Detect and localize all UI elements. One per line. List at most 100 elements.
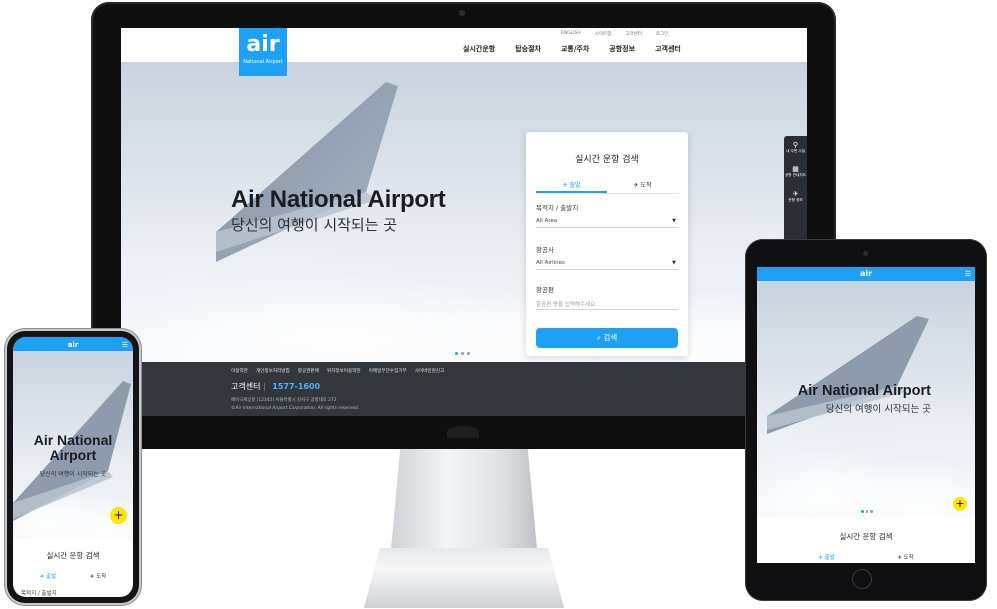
- search-button-label: 검색: [603, 333, 618, 342]
- search-card-title: 실시간 운항 검색: [575, 155, 639, 165]
- tab-arrival[interactable]: ✈ 도착: [607, 180, 678, 193]
- footer-copyright: ©Air International Airport Corporation. …: [231, 406, 360, 411]
- tablet-header: air ☰: [757, 267, 975, 281]
- footer-link[interactable]: 이용약관: [231, 368, 248, 374]
- hero-title-line: Air National: [33, 432, 113, 448]
- carousel-dot[interactable]: [865, 510, 868, 513]
- camera-dot: [459, 10, 465, 16]
- hamburger-menu-icon[interactable]: ☰: [965, 270, 971, 278]
- search-button[interactable]: ⌕ 검색: [536, 328, 678, 348]
- sky-background: [757, 281, 975, 517]
- airline-select[interactable]: All Airlines ▼: [536, 256, 678, 270]
- customer-center: 고객센터 | 1577-1600: [231, 382, 321, 391]
- tablet-screen: Air National Airport 당신의 여행이 시작되는 곳 air …: [757, 267, 975, 563]
- plus-button[interactable]: +: [110, 507, 127, 524]
- monitor-logo: [447, 426, 479, 438]
- takeoff-icon: ✈: [39, 574, 45, 580]
- quick-menu-label: 공항 안내지도: [785, 173, 806, 178]
- plus-button[interactable]: +: [953, 497, 967, 511]
- tab-arrival[interactable]: ✈ 도착: [866, 553, 945, 561]
- search-card-title: 실시간 운항 검색: [839, 532, 893, 541]
- tablet-device: Air National Airport 당신의 여행이 시작되는 곳 air …: [745, 239, 987, 601]
- carousel-dot[interactable]: [455, 352, 458, 355]
- tab-arrival[interactable]: ✈ 도착: [73, 572, 123, 580]
- hero-title: Air National Airport: [231, 186, 446, 213]
- logo-text[interactable]: air: [68, 341, 79, 349]
- home-button: [852, 569, 872, 589]
- tab-departure-label: 출발: [569, 182, 581, 189]
- hero-title-line: Airport: [49, 447, 97, 463]
- airline-select-value: All Airlines: [536, 260, 565, 266]
- logo-text[interactable]: air: [860, 269, 872, 278]
- flight-input[interactable]: 항공편 명을 입력해주세요.: [536, 296, 678, 310]
- tab-departure[interactable]: ✈ 출발: [787, 553, 866, 561]
- hero-subtitle: 당신의 여행이 시작되는 곳: [231, 216, 398, 234]
- landing-icon: ✈: [633, 182, 639, 189]
- tab-departure[interactable]: ✈ 출발: [23, 572, 73, 580]
- site-logo[interactable]: air National Airport: [239, 28, 287, 76]
- logo-text: air: [246, 32, 280, 57]
- landing-icon: ✈: [897, 555, 902, 561]
- footer-link[interactable]: 개인정보처리방침: [256, 368, 290, 374]
- footer-link[interactable]: 항공권판매: [298, 368, 319, 374]
- desktop-screen: Air National Airport 당신의 여행이 시작되는 곳 실시간 …: [121, 28, 807, 416]
- cs-phone-number[interactable]: 1577-1600: [272, 382, 320, 391]
- desktop-monitor: Air National Airport 당신의 여행이 시작되는 곳 실시간 …: [91, 2, 836, 449]
- landing-icon: ✈: [89, 574, 95, 580]
- footer-link[interactable]: 위치정보이용약관: [327, 368, 361, 374]
- nav-item[interactable]: 탑승절차: [515, 44, 541, 54]
- carousel-dot[interactable]: [467, 352, 470, 355]
- desktop-hero: Air National Airport 당신의 여행이 시작되는 곳 실시간 …: [121, 62, 807, 362]
- carousel-dot[interactable]: [861, 510, 864, 513]
- nav-item[interactable]: 공항정보: [609, 44, 635, 54]
- main-nav: 실시간운항 탑승절차 교통/주차 공항정보 고객센터: [463, 44, 681, 54]
- util-link[interactable]: 로그인: [656, 31, 668, 37]
- monitor-stand-base: [364, 548, 564, 608]
- tablet-hero: Air National Airport 당신의 여행이 시작되는 곳: [757, 281, 975, 517]
- footer-address: 에어국제공항 (12345) 서울특별시 강서구 공항대로 272: [231, 398, 337, 403]
- phone-device: Air National Airport 당신의 여행이 시작되는 곳 air …: [7, 331, 139, 603]
- dest-label: 목적지 / 출발지: [21, 591, 57, 597]
- hamburger-menu-icon[interactable]: ☰: [122, 341, 128, 349]
- camera-dot: [863, 251, 868, 256]
- util-link[interactable]: ENGLISH: [561, 31, 581, 37]
- airline-label: 항공사: [536, 246, 554, 254]
- direction-tabs: ✈ 출발 ✈ 도착: [23, 572, 123, 580]
- sky-background: [121, 62, 807, 362]
- util-link[interactable]: 고객센터: [625, 31, 642, 37]
- phone-screen: Air National Airport 당신의 여행이 시작되는 곳 air …: [13, 337, 133, 597]
- tab-departure-label: 출발: [46, 574, 57, 580]
- desktop-header: ENGLISH 사이트맵 고객센터 로그인 실시간운항 탑승절차 교통/주차 공…: [121, 28, 807, 62]
- flight-input-placeholder: 항공편 명을 입력해주세요.: [536, 302, 597, 308]
- tab-arrival-label: 도착: [96, 574, 107, 580]
- quick-menu-item[interactable]: ▦ 공항 안내지도: [784, 165, 807, 177]
- cs-label: 고객센터: [231, 382, 261, 391]
- nav-item[interactable]: 교통/주차: [561, 44, 589, 54]
- footer-link[interactable]: 이메일무단수집거부: [369, 368, 407, 374]
- takeoff-icon: ✈: [818, 555, 823, 561]
- desktop-footer: 이용약관 개인정보처리방침 항공권판매 위치정보이용약관 이메일무단수집거부 사…: [121, 362, 807, 416]
- tab-arrival-label: 도착: [903, 555, 914, 561]
- quick-menu-label: 운항 정보: [788, 197, 803, 202]
- flight-label: 항공편: [536, 286, 554, 294]
- takeoff-icon: ✈: [562, 182, 568, 189]
- util-link[interactable]: 사이트맵: [595, 31, 612, 37]
- quick-menu-item[interactable]: ✈ 운항 정보: [784, 190, 807, 202]
- direction-tabs: ✈ 출발 ✈ 도착: [536, 180, 678, 194]
- quick-menu-item[interactable]: ⚲ 내 주변 시설: [784, 141, 807, 153]
- airplane-wing-image: [216, 82, 398, 262]
- carousel-dot[interactable]: [461, 352, 464, 355]
- dest-label: 목적지 / 출발지: [536, 204, 579, 212]
- logo-subtext: National Airport: [243, 59, 283, 65]
- quick-menu-label: 내 주변 시설: [786, 149, 805, 153]
- footer-link[interactable]: 사이버민원신고: [415, 368, 445, 374]
- tab-departure[interactable]: ✈ 출발: [536, 180, 607, 193]
- nav-item[interactable]: 고객센터: [655, 44, 681, 54]
- carousel-dot[interactable]: [870, 510, 873, 513]
- search-card-title: 실시간 운항 검색: [46, 551, 100, 560]
- carousel-dots: [861, 510, 873, 513]
- hero-subtitle: 당신의 여행이 시작되는 곳: [39, 471, 107, 478]
- dest-select[interactable]: All Area ▼: [536, 214, 678, 228]
- airplane-wing-image: [767, 316, 929, 434]
- nav-item[interactable]: 실시간운항: [463, 44, 495, 54]
